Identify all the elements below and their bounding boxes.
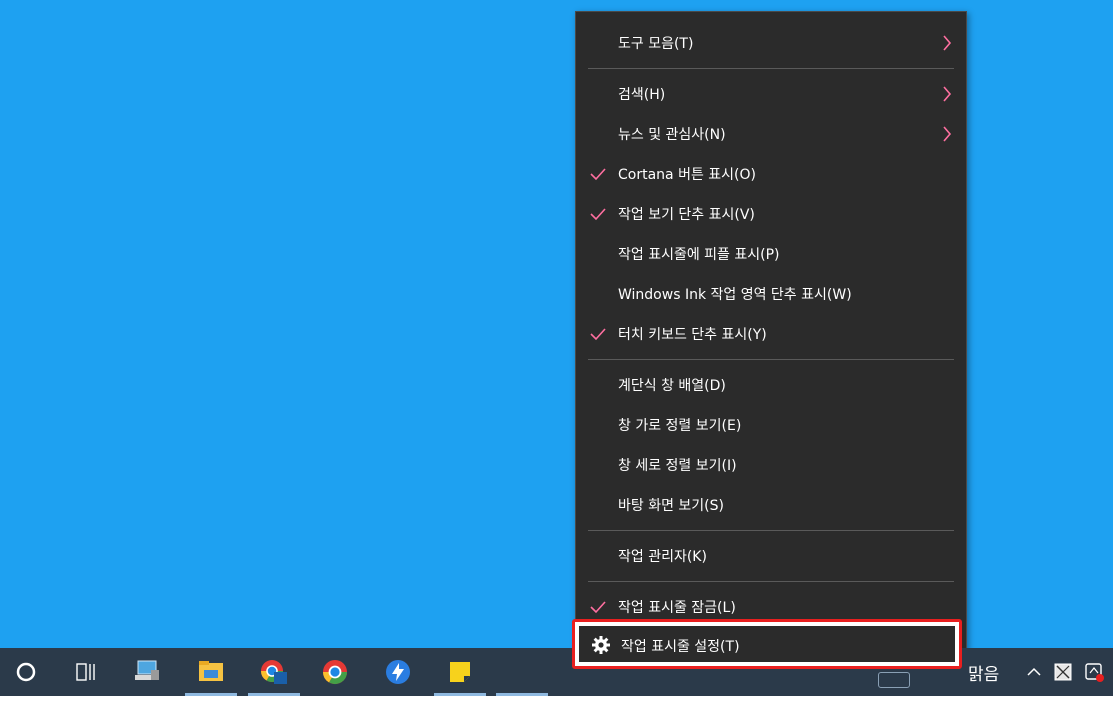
app-blank[interactable] [496,648,548,696]
app-chrome-beta[interactable] [248,648,300,696]
menu-item-show-task-view[interactable]: 작업 보기 단추 표시(V) [576,194,966,234]
notification-icon [1085,663,1104,682]
menu-item-show-desktop[interactable]: 바탕 화면 보기(S) [576,485,966,525]
menu-separator [588,68,954,69]
menu-item-label: 창 세로 정렬 보기(I) [618,458,737,474]
network-pc-icon [135,660,159,680]
app-network-pc[interactable] [122,648,174,696]
messenger-icon [386,660,410,684]
menu-item-task-manager[interactable]: 작업 관리자(K) [576,536,966,576]
file-explorer-icon [199,661,223,681]
checkmark-icon [590,168,606,181]
menu-item-show-cortana[interactable]: Cortana 버튼 표시(O) [576,154,966,194]
menu-item-label: 바탕 화면 보기(S) [618,498,724,514]
menu-item-label: 뉴스 및 관심사(N) [618,127,726,143]
weather-text[interactable]: 맑음 [968,648,999,696]
checkmark-icon [590,328,606,341]
cortana-circle-icon [16,662,36,682]
tray-notification[interactable] [1080,648,1108,696]
menu-item-label: 작업 표시줄 잠금(L) [618,600,736,616]
cortana-button[interactable] [0,648,52,696]
menu-item-label: 계단식 창 배열(D) [618,378,726,394]
menu-item-label: 작업 표시줄 설정(T) [621,639,740,655]
menu-separator [588,581,954,582]
menu-item-news-interests[interactable]: 뉴스 및 관심사(N) [576,114,966,154]
menu-item-label: 작업 관리자(K) [618,549,707,565]
menu-item-label: 검색(H) [618,87,666,103]
gear-icon [592,636,610,654]
menu-item-label: 작업 표시줄에 피플 표시(P) [618,247,780,263]
app-file-explorer[interactable] [185,648,237,696]
chrome-beta-icon [261,660,287,684]
pen-tablet-icon [1054,663,1072,681]
chevron-right-icon [943,35,952,51]
menu-item-stack-windows[interactable]: 창 가로 정렬 보기(E) [576,405,966,445]
menu-item-label: Cortana 버튼 표시(O) [618,167,756,183]
menu-item-show-touch-keyboard[interactable]: 터치 키보드 단추 표시(Y) [576,314,966,354]
menu-item-taskbar-settings[interactable]: 작업 표시줄 설정(T) [579,626,955,662]
screen-bottom-edge [0,696,1113,703]
sticky-notes-icon [450,662,470,682]
chevron-right-icon [943,86,952,102]
app-messenger[interactable] [372,648,424,696]
checkmark-icon [590,601,606,614]
menu-item-label: 창 가로 정렬 보기(E) [618,418,742,434]
menu-item-show-people[interactable]: 작업 표시줄에 피플 표시(P) [576,234,966,274]
task-view-icon [76,663,95,681]
app-chrome[interactable] [309,648,361,696]
show-hidden-icons-button[interactable] [1022,648,1046,696]
menu-item-show-windows-ink[interactable]: Windows Ink 작업 영역 단추 표시(W) [576,274,966,314]
menu-item-label: 도구 모음(T) [618,36,694,52]
menu-separator [588,530,954,531]
highlight-frame: 작업 표시줄 설정(T) [572,619,962,669]
app-sticky-notes[interactable] [434,648,486,696]
tray-pen-tablet[interactable] [1050,648,1076,696]
chrome-icon [323,660,347,685]
taskbar-context-menu: 도구 모음(T) 검색(H) 뉴스 및 관심사(N) Cortana 버튼 표시… [575,11,967,679]
menu-item-cascade-windows[interactable]: 계단식 창 배열(D) [576,365,966,405]
weather-temp-partial [878,672,910,688]
menu-item-search[interactable]: 검색(H) [576,74,966,114]
menu-item-label: 터치 키보드 단추 표시(Y) [618,327,767,343]
menu-separator [588,359,954,360]
menu-item-label: 작업 보기 단추 표시(V) [618,207,755,223]
chevron-right-icon [943,126,952,142]
menu-item-toolbars[interactable]: 도구 모음(T) [576,23,966,63]
menu-item-label: Windows Ink 작업 영역 단추 표시(W) [618,287,852,303]
menu-item-side-by-side[interactable]: 창 세로 정렬 보기(I) [576,445,966,485]
checkmark-icon [590,208,606,221]
chevron-up-icon [1027,667,1041,676]
task-view-button[interactable] [60,648,112,696]
